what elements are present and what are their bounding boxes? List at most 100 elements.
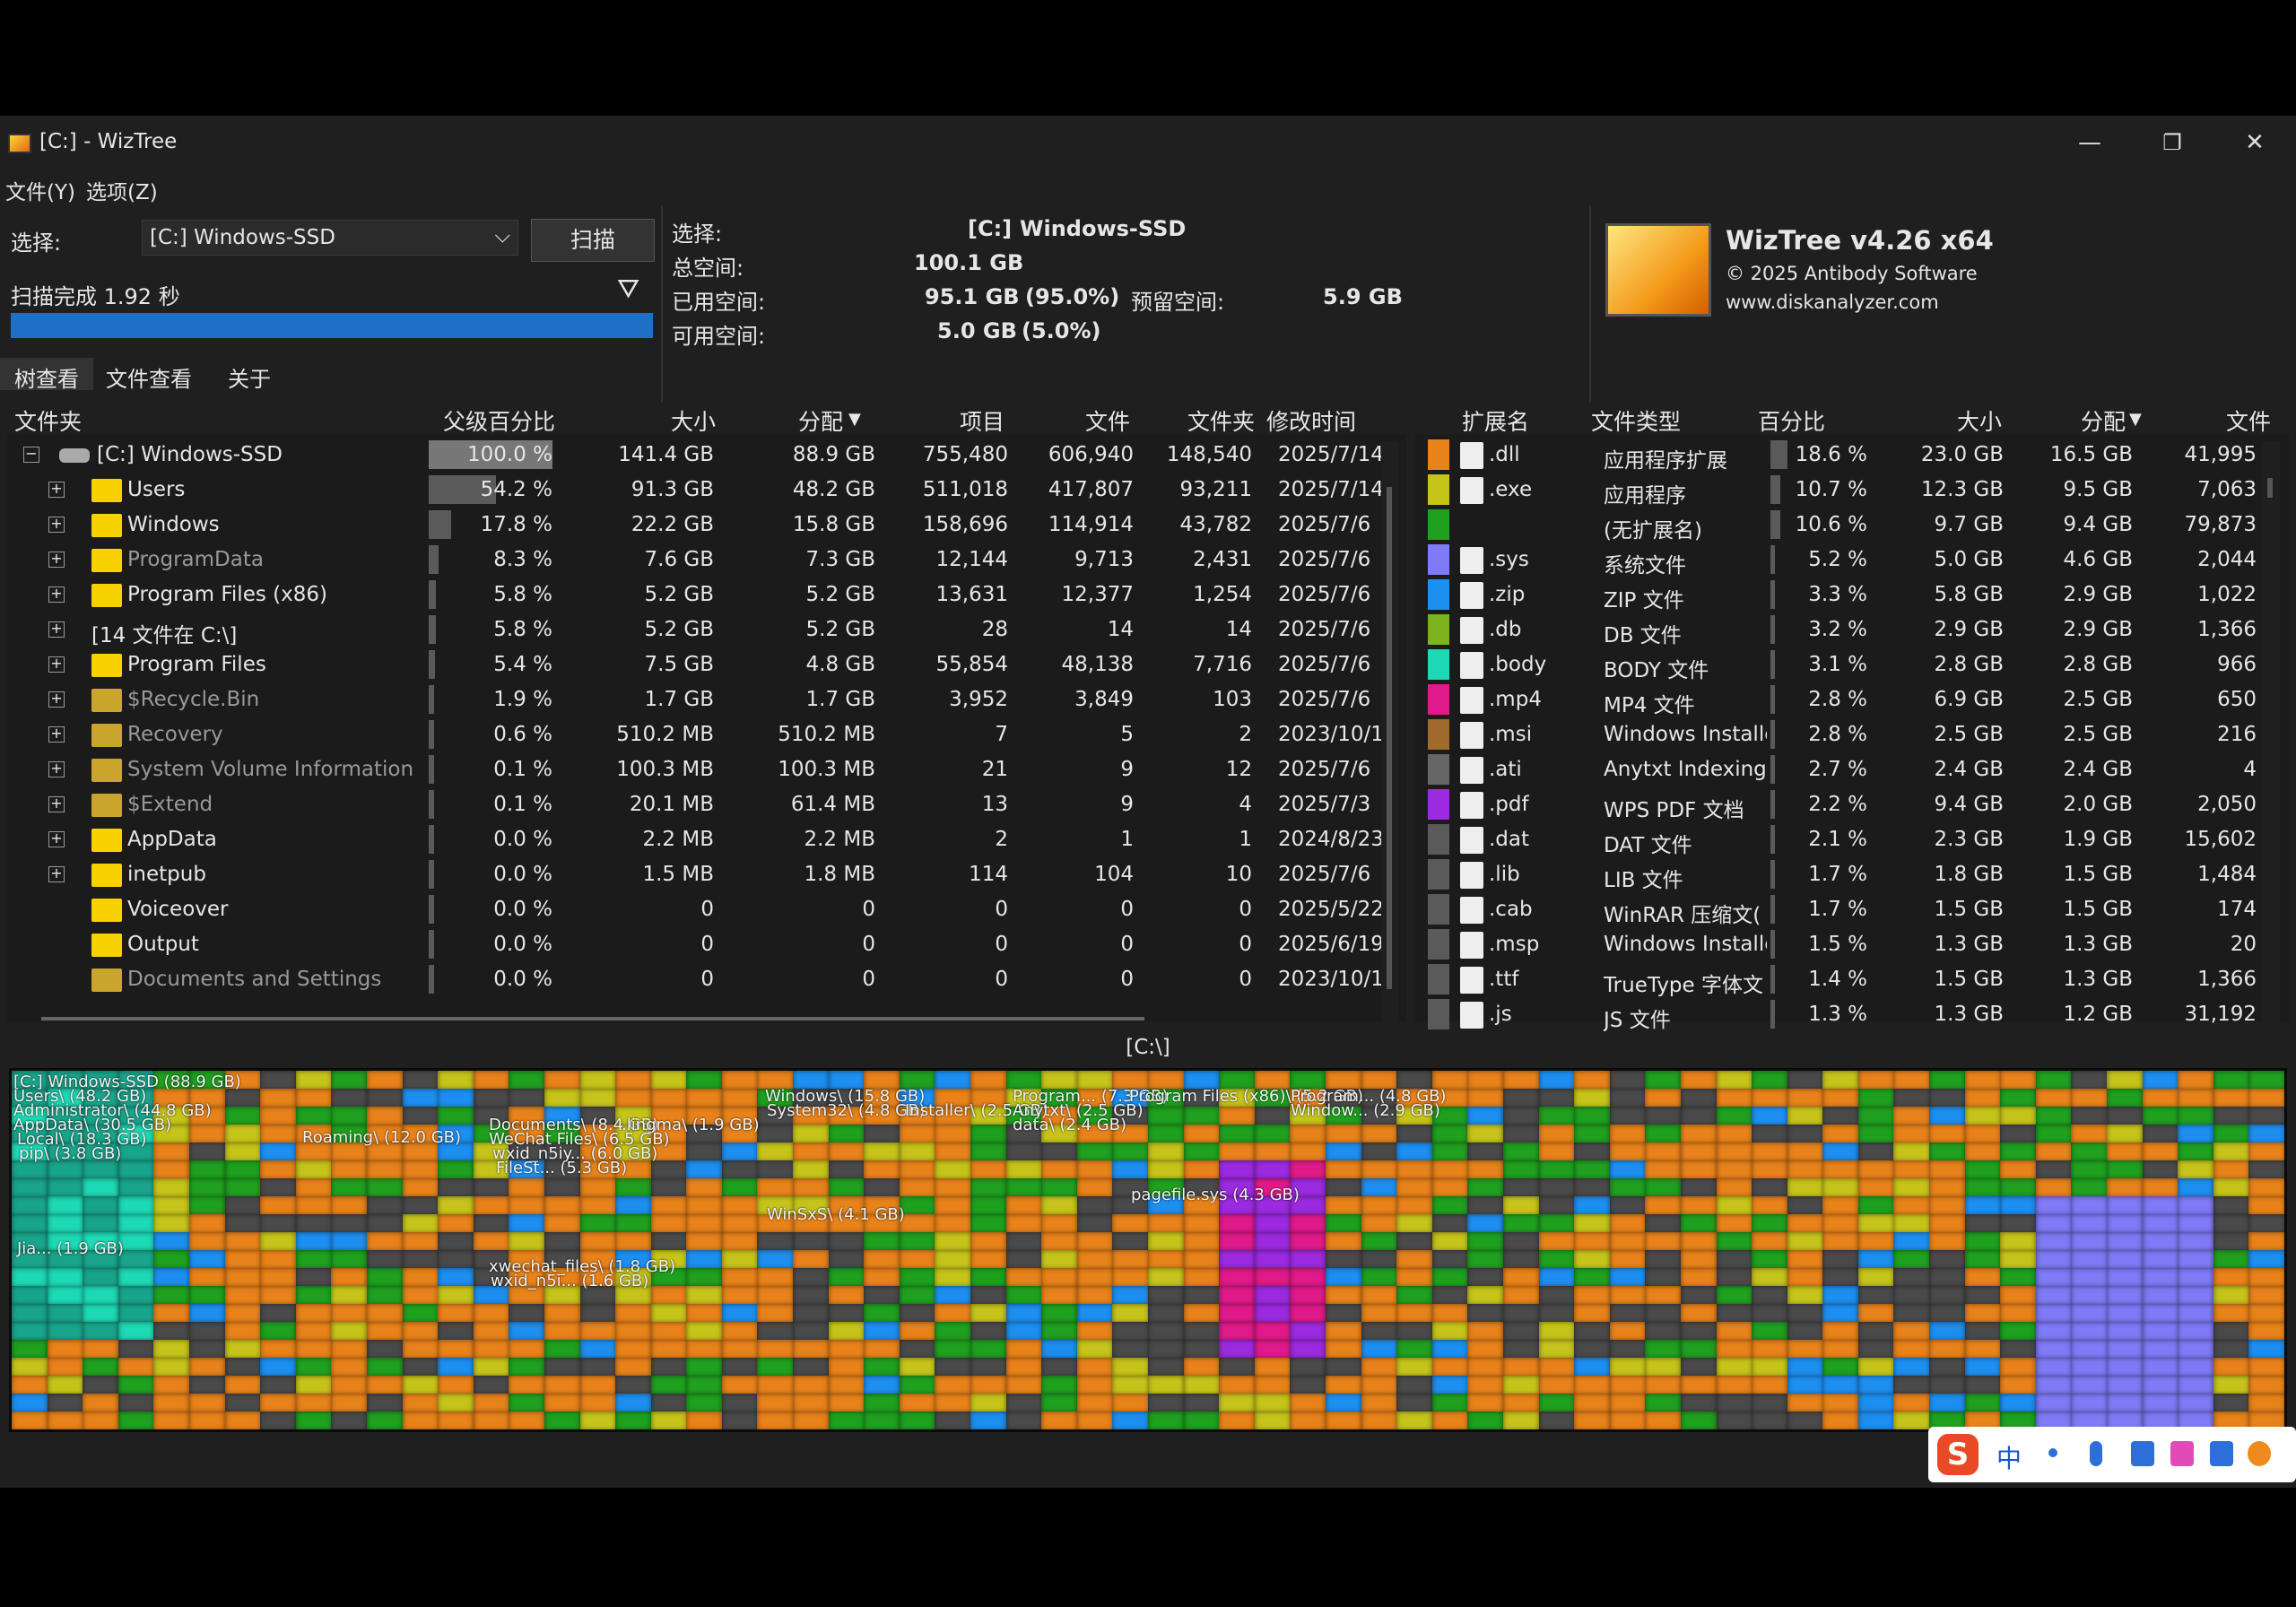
treemap-block[interactable]: [615, 1322, 652, 1341]
treemap-block[interactable]: [1929, 1322, 1966, 1341]
treemap-block[interactable]: [260, 1107, 297, 1125]
treemap-block[interactable]: [2213, 1394, 2249, 1412]
treemap-block[interactable]: [2142, 1340, 2179, 1359]
menu-options[interactable]: 选项(Z): [86, 175, 158, 205]
treemap-block[interactable]: [721, 1286, 758, 1305]
treemap-block[interactable]: [650, 1160, 687, 1179]
treemap-block[interactable]: [1290, 1376, 1326, 1394]
treemap-block[interactable]: [1538, 1394, 1575, 1412]
treemap-block[interactable]: [864, 1178, 900, 1197]
col-folder[interactable]: 文件夹: [14, 404, 82, 437]
treemap-block[interactable]: [1183, 1286, 1220, 1305]
treemap-block[interactable]: [12, 1286, 48, 1305]
treemap-block[interactable]: [721, 1394, 758, 1412]
treemap-block[interactable]: [1964, 1107, 2001, 1125]
treemap-block[interactable]: [402, 1232, 439, 1251]
treemap-block[interactable]: [864, 1412, 900, 1429]
extension-row[interactable]: .sys 系统文件 5.2 % 5.0 GB 4.6 GB 2,044: [1415, 543, 2258, 578]
treemap-block[interactable]: [1361, 1358, 1397, 1377]
treemap-block[interactable]: [1929, 1250, 1966, 1269]
treemap-block[interactable]: [2248, 1089, 2284, 1108]
treemap-block[interactable]: [1716, 1250, 1752, 1269]
treemap-block[interactable]: [1361, 1178, 1397, 1197]
treemap-block[interactable]: [295, 1322, 332, 1341]
treemap-block[interactable]: [2035, 1286, 2072, 1305]
treemap-block[interactable]: [12, 1268, 48, 1287]
treemap-block[interactable]: [1857, 1322, 1894, 1341]
treemap-block[interactable]: [1005, 1178, 1042, 1197]
treemap-block[interactable]: [1041, 1286, 1078, 1305]
treemap-block[interactable]: [224, 1394, 261, 1412]
col-ext-files[interactable]: 文件: [2226, 404, 2271, 437]
treemap-block[interactable]: [579, 1232, 616, 1251]
treemap-block[interactable]: [1467, 1089, 1504, 1108]
treemap-block[interactable]: [2142, 1232, 2179, 1251]
treemap-block[interactable]: [1183, 1107, 1220, 1125]
treemap-block[interactable]: [1752, 1394, 1788, 1412]
treemap-block[interactable]: [1396, 1322, 1433, 1341]
treemap-block[interactable]: [2248, 1394, 2284, 1412]
treemap-block[interactable]: [1148, 1125, 1185, 1143]
treemap-block[interactable]: [2142, 1304, 2179, 1323]
treemap-block[interactable]: [402, 1071, 439, 1090]
treemap-block[interactable]: [721, 1232, 758, 1251]
treemap-block[interactable]: [650, 1286, 687, 1305]
treemap-block[interactable]: [970, 1340, 1007, 1359]
treemap-block[interactable]: [1822, 1268, 1859, 1287]
treemap-block[interactable]: [1538, 1304, 1575, 1323]
treemap-block[interactable]: [153, 1178, 190, 1197]
treemap-block[interactable]: [1183, 1304, 1220, 1323]
treemap-block[interactable]: [2071, 1107, 2108, 1125]
treemap-block[interactable]: [2213, 1232, 2249, 1251]
treemap-block[interactable]: [757, 1340, 794, 1359]
treemap-block[interactable]: [1112, 1304, 1149, 1323]
treemap-block[interactable]: [83, 1268, 119, 1287]
treemap-block[interactable]: [1112, 1160, 1149, 1179]
treemap-block[interactable]: [260, 1178, 297, 1197]
treemap-block[interactable]: [402, 1286, 439, 1305]
expand-icon[interactable]: +: [48, 586, 65, 603]
treemap-block[interactable]: [2035, 1125, 2072, 1143]
expand-icon[interactable]: +: [48, 621, 65, 638]
treemap-block[interactable]: [970, 1232, 1007, 1251]
treemap-block[interactable]: [899, 1358, 935, 1377]
treemap-block[interactable]: [2035, 1178, 2072, 1197]
col-files[interactable]: 文件: [1085, 404, 1130, 437]
treemap-block[interactable]: [864, 1340, 900, 1359]
treemap-block[interactable]: [1502, 1071, 1540, 1090]
treemap-block[interactable]: [1609, 1304, 1646, 1323]
treemap-block[interactable]: [438, 1071, 474, 1090]
treemap-block[interactable]: [295, 1394, 332, 1412]
treemap[interactable]: [C:] Windows-SSD (88.9 GB) Users\ (48.2 G…: [9, 1068, 2287, 1432]
treemap-block[interactable]: [721, 1412, 758, 1429]
treemap-block[interactable]: [47, 1376, 83, 1394]
treemap-block[interactable]: [1680, 1214, 1717, 1233]
treemap-block[interactable]: [1148, 1376, 1185, 1394]
treemap-block[interactable]: [1680, 1196, 1717, 1215]
treemap-block[interactable]: [295, 1178, 332, 1197]
treemap-block[interactable]: [1467, 1304, 1504, 1323]
treemap-block[interactable]: [1148, 1412, 1185, 1429]
treemap-block[interactable]: [1680, 1160, 1717, 1179]
treemap-block[interactable]: [402, 1340, 439, 1359]
treemap-block[interactable]: [331, 1214, 368, 1233]
extension-row[interactable]: .msi Windows Installe 2.8 % 2.5 GB 2.5 GB 216: [1415, 717, 2258, 752]
treemap-block[interactable]: [1893, 1071, 1930, 1090]
toolbox-icon[interactable]: [2210, 1441, 2233, 1466]
treemap-block[interactable]: [1538, 1232, 1575, 1251]
treemap-block[interactable]: [1467, 1232, 1504, 1251]
treemap-block[interactable]: [864, 1304, 900, 1323]
treemap-block[interactable]: [1787, 1304, 1823, 1323]
treemap-block[interactable]: [1041, 1412, 1078, 1429]
treemap-block[interactable]: [366, 1160, 404, 1179]
expand-icon[interactable]: +: [48, 866, 65, 882]
treemap-block[interactable]: [402, 1304, 439, 1323]
treemap-block[interactable]: [438, 1340, 474, 1359]
treemap-block[interactable]: [650, 1232, 687, 1251]
treemap-block[interactable]: [650, 1340, 687, 1359]
tab-about[interactable]: 关于: [213, 358, 285, 392]
treemap-block[interactable]: [402, 1376, 439, 1394]
treemap-block[interactable]: [828, 1394, 865, 1412]
treemap-block[interactable]: [1219, 1358, 1256, 1377]
treemap-block[interactable]: [12, 1394, 48, 1412]
